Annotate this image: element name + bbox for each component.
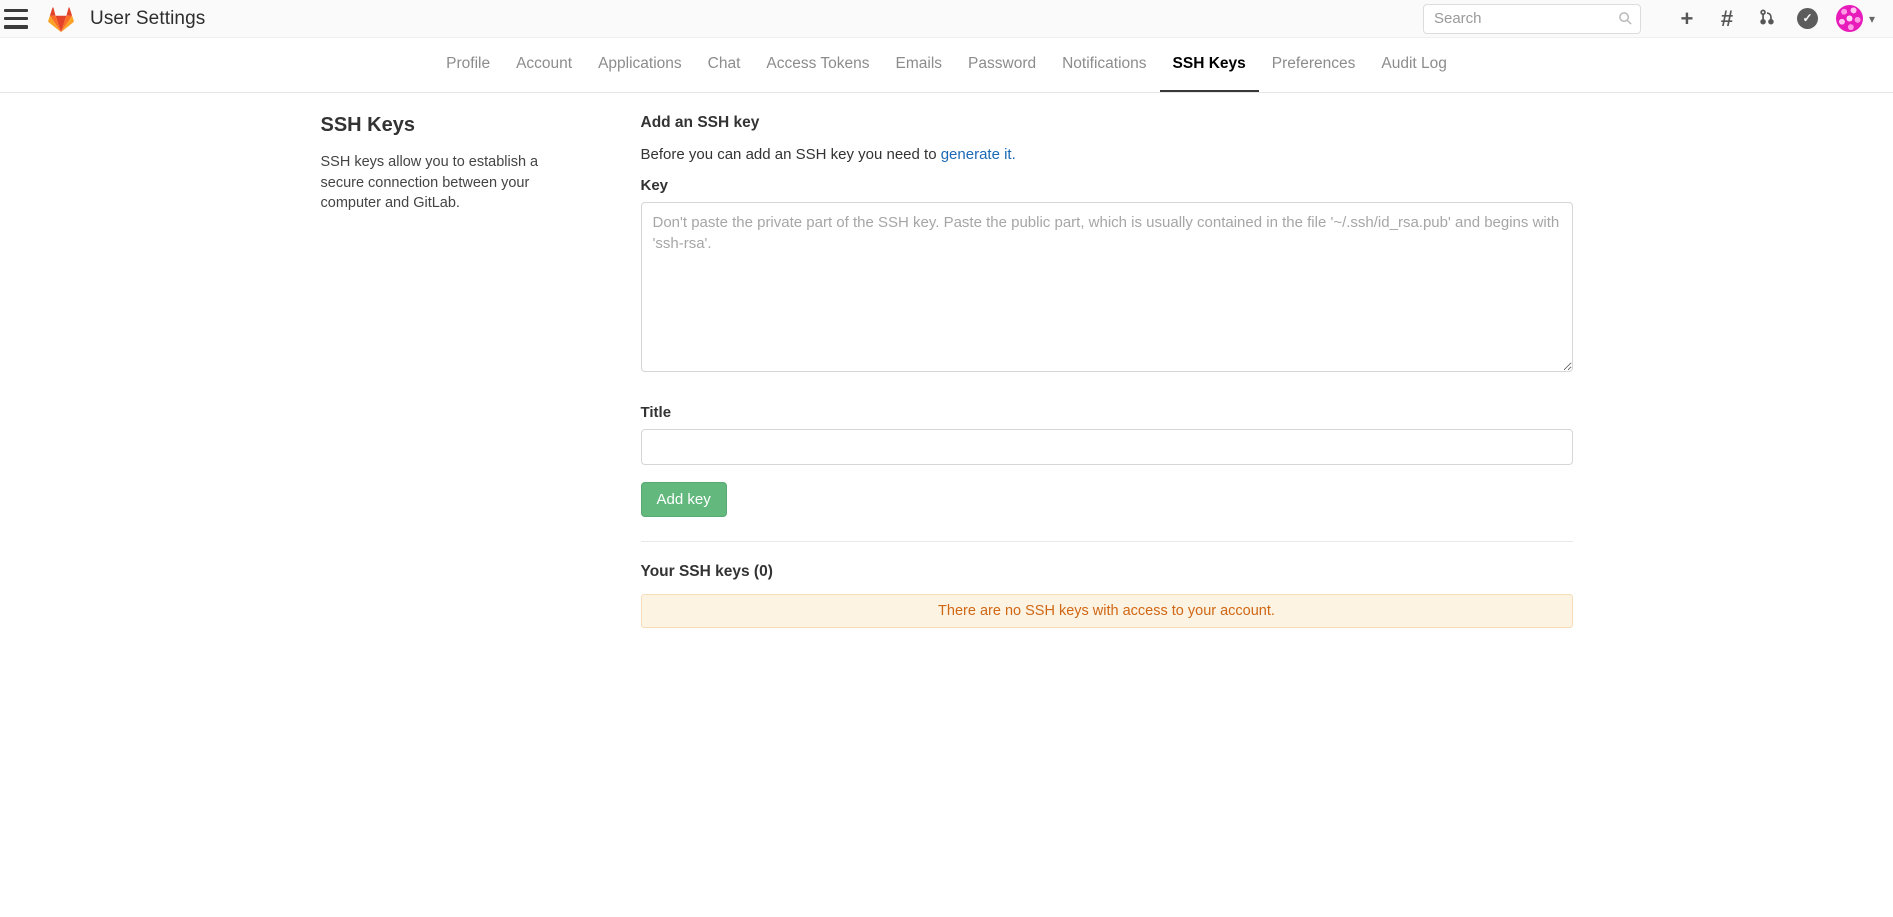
tab-preferences[interactable]: Preferences <box>1259 38 1369 92</box>
section-help-text: SSH keys allow you to establish a secure… <box>321 152 583 214</box>
search-input[interactable] <box>1423 4 1641 34</box>
tab-account[interactable]: Account <box>503 38 585 92</box>
merge-requests-button[interactable] <box>1747 0 1787 38</box>
top-navbar: User Settings + # <box>0 0 1893 38</box>
hamburger-menu-icon[interactable] <box>4 9 32 29</box>
search-box <box>1423 4 1641 34</box>
activity-button[interactable]: # <box>1707 0 1747 38</box>
generate-key-hint: Before you can add an SSH key you need t… <box>641 146 1573 163</box>
navbar-controls: + # ✓ ▾ <box>1423 0 1875 38</box>
settings-tabs: Profile Account Applications Chat Access… <box>0 38 1893 92</box>
todo-check-icon: ✓ <box>1802 11 1812 25</box>
key-label: Key <box>641 177 1573 194</box>
tab-applications[interactable]: Applications <box>585 38 695 92</box>
tab-emails[interactable]: Emails <box>883 38 956 92</box>
merge-requests-icon <box>1758 6 1776 31</box>
todos-button[interactable]: ✓ <box>1797 8 1818 29</box>
tab-password[interactable]: Password <box>955 38 1049 92</box>
tab-notifications[interactable]: Notifications <box>1049 38 1159 92</box>
tab-audit-log[interactable]: Audit Log <box>1368 38 1460 92</box>
chevron-down-icon: ▾ <box>1869 12 1875 26</box>
section-heading: SSH Keys <box>321 114 641 137</box>
hash-icon: # <box>1721 6 1733 31</box>
generate-it-link[interactable]: generate it. <box>941 146 1016 163</box>
key-textarea[interactable] <box>641 202 1573 372</box>
title-input[interactable] <box>641 429 1573 465</box>
tab-profile[interactable]: Profile <box>433 38 503 92</box>
tab-ssh-keys[interactable]: SSH Keys <box>1160 38 1259 92</box>
settings-tabs-bar: Profile Account Applications Chat Access… <box>0 38 1893 93</box>
user-menu[interactable]: ▾ <box>1836 5 1875 32</box>
add-key-button[interactable]: Add key <box>641 482 727 517</box>
main-content: SSH Keys SSH keys allow you to establish… <box>321 93 1573 628</box>
gitlab-logo-icon[interactable] <box>46 5 76 33</box>
ssh-key-form-panel: Add an SSH key Before you can add an SSH… <box>641 114 1573 628</box>
tab-chat[interactable]: Chat <box>695 38 754 92</box>
new-menu-button[interactable]: + <box>1667 0 1707 38</box>
section-description: SSH Keys SSH keys allow you to establish… <box>321 114 641 628</box>
plus-icon: + <box>1681 6 1694 31</box>
user-avatar <box>1836 5 1863 32</box>
generate-key-hint-text: Before you can add an SSH key you need t… <box>641 146 941 163</box>
search-icon <box>1618 11 1633 31</box>
empty-keys-alert: There are no SSH keys with access to you… <box>641 594 1573 628</box>
add-ssh-key-heading: Add an SSH key <box>641 114 1573 132</box>
title-label: Title <box>641 404 1573 421</box>
your-ssh-keys-heading: Your SSH keys (0) <box>641 563 1573 581</box>
section-divider <box>641 541 1573 542</box>
page-title: User Settings <box>90 8 205 30</box>
tab-access-tokens[interactable]: Access Tokens <box>753 38 882 92</box>
